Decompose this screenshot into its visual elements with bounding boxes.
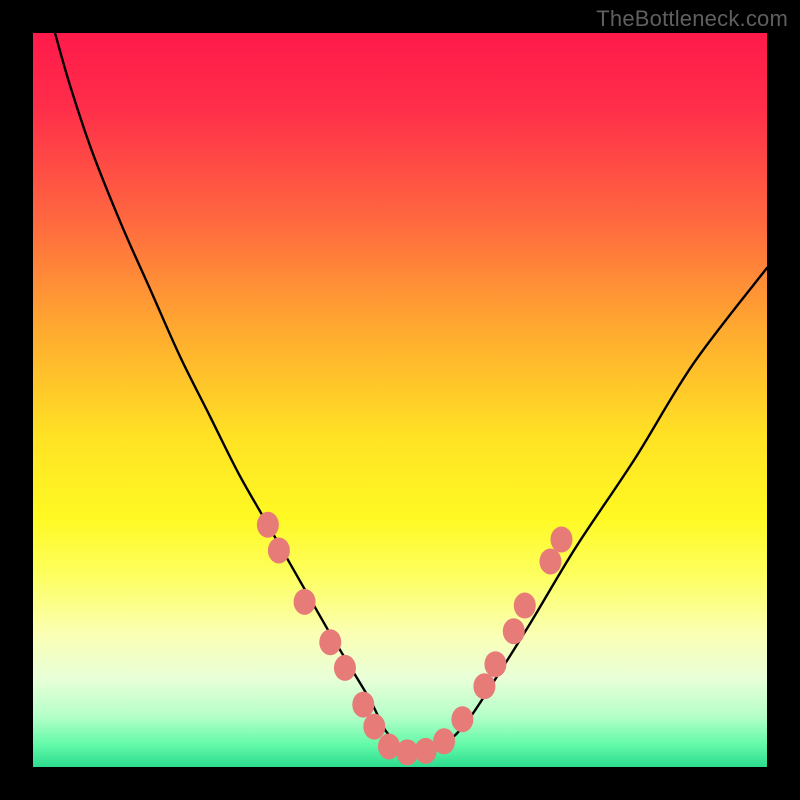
- curve-marker: [257, 512, 279, 538]
- curve-marker: [363, 714, 385, 740]
- curve-marker: [352, 692, 374, 718]
- curve-marker: [503, 618, 525, 644]
- curve-marker: [334, 655, 356, 681]
- curve-marker: [514, 593, 536, 619]
- curve-marker: [433, 728, 455, 754]
- curve-marker: [539, 548, 561, 574]
- curve-marker: [550, 526, 572, 552]
- curve-marker: [451, 706, 473, 732]
- bottleneck-chart: [33, 33, 767, 767]
- curve-marker: [268, 537, 290, 563]
- curve-marker: [473, 673, 495, 699]
- chart-stage: TheBottleneck.com: [0, 0, 800, 800]
- gradient-background: [33, 33, 767, 767]
- curve-marker: [294, 589, 316, 615]
- curve-marker: [319, 629, 341, 655]
- curve-marker: [484, 651, 506, 677]
- watermark-text: TheBottleneck.com: [596, 6, 788, 32]
